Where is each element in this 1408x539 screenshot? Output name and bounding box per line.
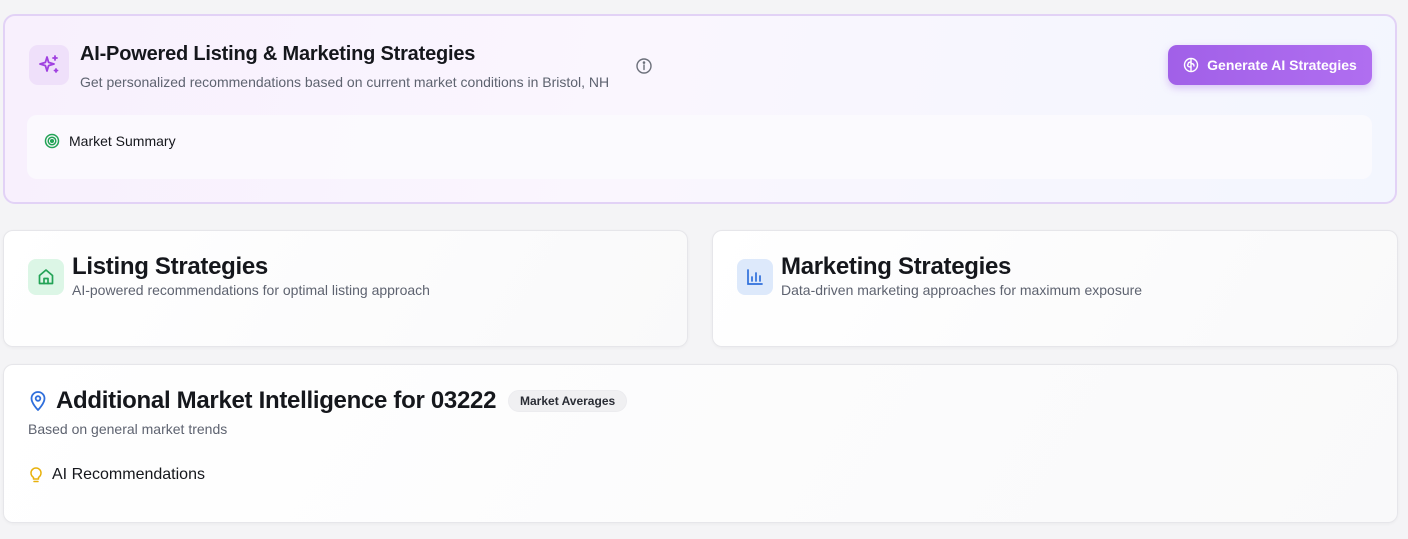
- generate-button-label: Generate AI Strategies: [1207, 57, 1357, 73]
- bar-chart-icon: [737, 259, 773, 295]
- market-summary-label: Market Summary: [69, 133, 176, 149]
- ai-strategies-header-card: AI-Powered Listing & Marketing Strategie…: [3, 14, 1397, 204]
- sparkles-icon: [29, 45, 69, 85]
- marketing-strategies-subtitle: Data-driven marketing approaches for max…: [781, 282, 1143, 298]
- generate-ai-strategies-button[interactable]: Generate AI Strategies: [1168, 45, 1372, 85]
- page-title: AI-Powered Listing & Marketing Strategie…: [80, 43, 476, 65]
- market-summary-panel: Market Summary: [27, 115, 1372, 179]
- marketing-strategies-card: Marketing Strategies Data-driven marketi…: [712, 230, 1398, 347]
- market-intelligence-title: Additional Market Intelligence for 03222: [56, 387, 497, 414]
- home-icon: [28, 259, 64, 295]
- market-intelligence-subtitle: Based on general market trends: [28, 421, 228, 437]
- marketing-strategies-title: Marketing Strategies: [781, 253, 1012, 280]
- listing-strategies-title: Listing Strategies: [72, 253, 268, 280]
- listing-strategies-subtitle: AI-powered recommendations for optimal l…: [72, 282, 430, 298]
- listing-strategies-card: Listing Strategies AI-powered recommenda…: [3, 230, 688, 347]
- market-averages-badge: Market Averages: [508, 390, 628, 412]
- target-icon: [44, 133, 60, 149]
- ai-recommendations-label: AI Recommendations: [52, 466, 205, 483]
- page-subtitle: Get personalized recommendations based o…: [80, 74, 610, 90]
- brain-icon: [1183, 57, 1199, 73]
- map-pin-icon: [30, 391, 46, 411]
- info-icon[interactable]: [635, 57, 653, 75]
- market-intelligence-card: Additional Market Intelligence for 03222…: [3, 364, 1398, 523]
- lightbulb-icon: [30, 467, 42, 483]
